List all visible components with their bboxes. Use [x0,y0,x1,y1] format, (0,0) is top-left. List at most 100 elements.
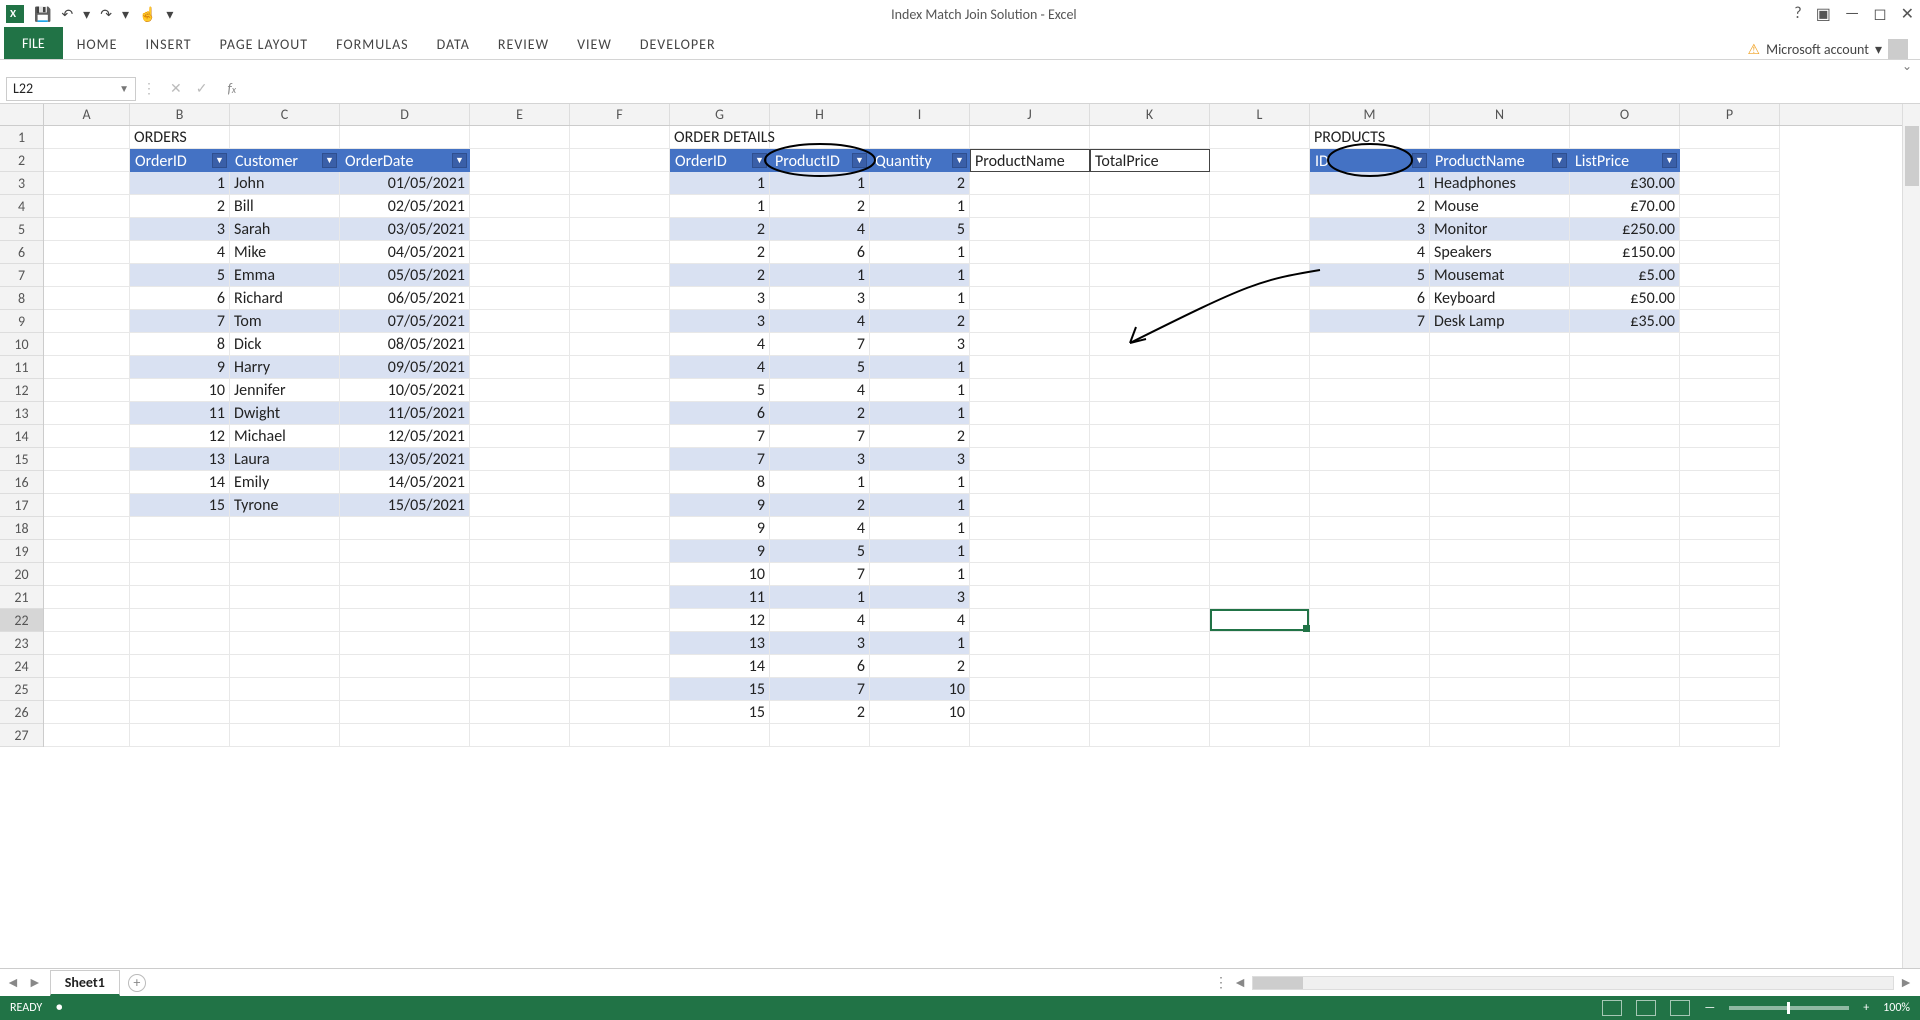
cell[interactable]: 5 [870,218,970,241]
cell[interactable]: 7 [670,425,770,448]
filter-icon[interactable]: ▼ [322,153,337,168]
hscroll-left-icon[interactable]: ◄ [1232,974,1248,991]
cell[interactable]: 8 [670,471,770,494]
cell[interactable]: 03/05/2021 [340,218,470,241]
cell[interactable] [340,586,470,609]
cell[interactable]: 10 [130,379,230,402]
cell[interactable] [570,218,670,241]
row-header[interactable]: 21 [0,586,43,609]
cell[interactable] [1210,678,1310,701]
cell[interactable]: 1 [870,563,970,586]
row-header[interactable]: 26 [0,701,43,724]
cell[interactable] [670,724,770,747]
cell[interactable] [340,701,470,724]
touch-mode-icon[interactable]: ☝ [139,6,156,23]
cell[interactable] [340,563,470,586]
cell[interactable]: John [230,172,340,195]
cell[interactable] [1430,701,1570,724]
cell[interactable] [1210,402,1310,425]
cell[interactable]: 4 [770,379,870,402]
cell[interactable] [1210,379,1310,402]
cell[interactable] [1090,494,1210,517]
cell[interactable] [970,540,1090,563]
cell[interactable]: 7 [770,563,870,586]
cell[interactable] [1310,333,1430,356]
cell[interactable] [570,678,670,701]
cell[interactable]: 7 [770,425,870,448]
cell[interactable]: 3 [870,448,970,471]
cell[interactable] [1090,540,1210,563]
cell[interactable] [1680,609,1780,632]
cell[interactable] [44,402,130,425]
cell[interactable] [570,563,670,586]
hscroll-right-icon[interactable]: ► [1898,974,1914,991]
cell[interactable] [1430,678,1570,701]
cell[interactable]: 9 [670,494,770,517]
redo-icon[interactable]: ↷ [100,6,112,23]
sheet-nav-next-icon[interactable]: ► [28,974,42,991]
tab-file[interactable]: FILE [4,27,63,59]
col-header[interactable]: D [340,104,470,125]
zoom-in-icon[interactable]: + [1863,1001,1869,1015]
cell[interactable]: ORDERS [130,126,230,149]
cell[interactable] [570,517,670,540]
cancel-formula-icon[interactable]: ✕ [170,80,182,97]
cell[interactable]: ID▼ [1310,149,1430,172]
horizontal-scrollbar[interactable] [1252,976,1894,990]
cell[interactable] [230,724,340,747]
cell[interactable] [1210,471,1310,494]
cell[interactable]: 1 [870,356,970,379]
col-header[interactable]: H [770,104,870,125]
cell[interactable] [1310,517,1430,540]
cell[interactable] [1680,310,1780,333]
undo-dropdown-icon[interactable]: ▾ [83,6,90,23]
cell[interactable]: Michael [230,425,340,448]
cell[interactable]: £150.00 [1570,241,1680,264]
cell[interactable] [130,678,230,701]
avatar[interactable] [1888,39,1908,59]
cell[interactable] [1680,126,1780,149]
cell[interactable] [340,540,470,563]
cell[interactable] [1570,517,1680,540]
cell[interactable] [1680,586,1780,609]
cell[interactable] [44,287,130,310]
cell[interactable]: ProductName▼ [1430,149,1570,172]
cell[interactable] [340,609,470,632]
cell[interactable]: 2 [870,172,970,195]
cell[interactable] [570,241,670,264]
cell[interactable]: 4 [670,333,770,356]
formula-input[interactable] [242,77,1914,101]
filter-icon[interactable]: ▼ [452,153,467,168]
cell[interactable]: 13/05/2021 [340,448,470,471]
cell[interactable] [970,172,1090,195]
row-header[interactable]: 27 [0,724,43,747]
cell[interactable]: £30.00 [1570,172,1680,195]
cell[interactable]: 1 [870,540,970,563]
row-header[interactable]: 19 [0,540,43,563]
filter-icon[interactable]: ▼ [212,153,227,168]
cell[interactable]: 4 [1310,241,1430,264]
cell[interactable] [1430,126,1570,149]
cell[interactable]: 1 [870,517,970,540]
cell[interactable] [1430,724,1570,747]
cell[interactable] [230,701,340,724]
cell[interactable]: 3 [770,448,870,471]
cell[interactable] [1680,356,1780,379]
cell[interactable]: 1 [670,195,770,218]
row-header[interactable]: 2 [0,149,43,172]
row-header[interactable]: 3 [0,172,43,195]
cell[interactable] [470,540,570,563]
cell[interactable]: 2 [130,195,230,218]
row-header[interactable]: 7 [0,264,43,287]
cell[interactable]: 8 [130,333,230,356]
cell[interactable] [970,609,1090,632]
cell[interactable] [970,494,1090,517]
cell[interactable]: 15 [670,701,770,724]
maximize-icon[interactable]: ◻ [1873,4,1886,24]
cell[interactable] [970,264,1090,287]
cell[interactable] [1570,678,1680,701]
cell[interactable] [1090,218,1210,241]
cell[interactable] [1210,632,1310,655]
filter-icon[interactable]: ▼ [1552,153,1567,168]
cell[interactable] [44,379,130,402]
